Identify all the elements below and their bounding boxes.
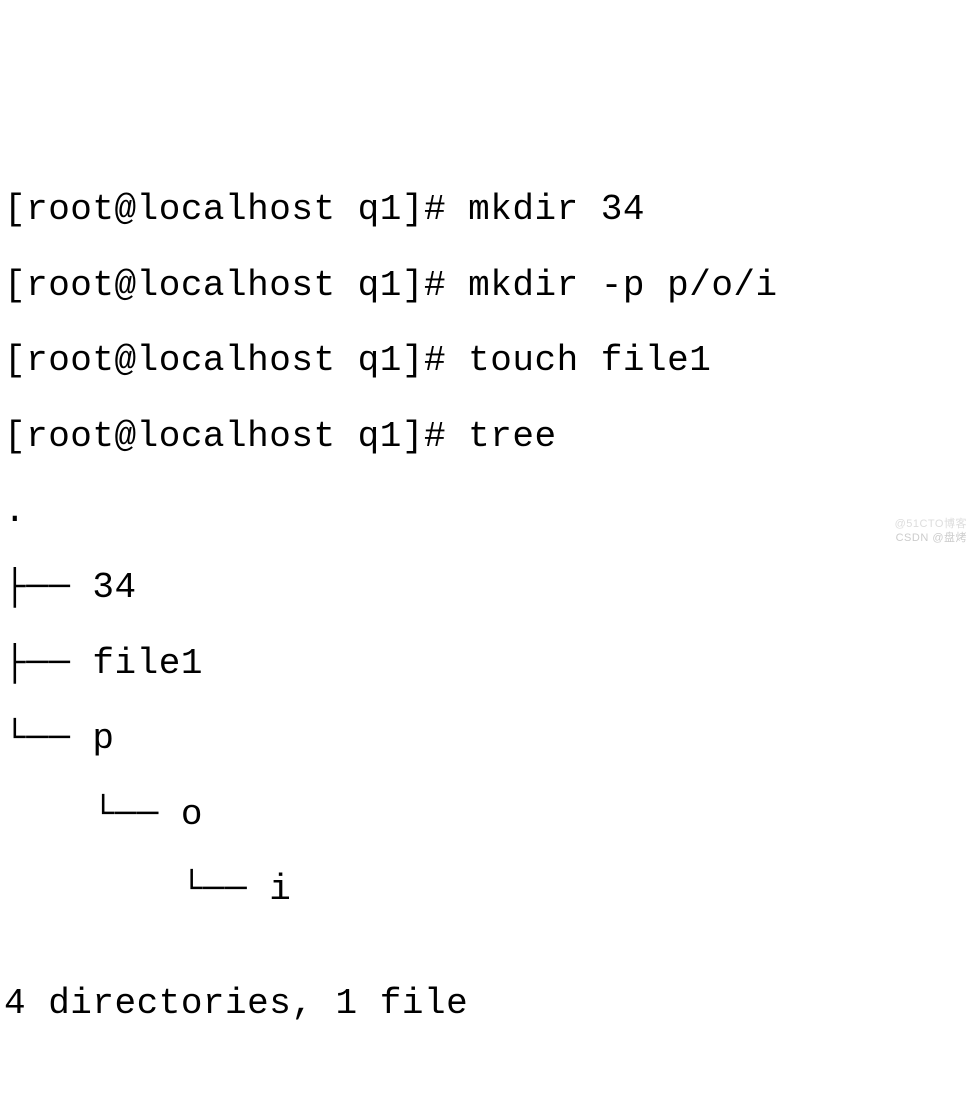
tree-node: ├── file1 bbox=[4, 645, 973, 683]
command-line: [root@localhost q1]# mkdir 34 bbox=[4, 191, 973, 229]
terminal-output: [root@localhost q1]# mkdir 34 [root@loca… bbox=[4, 153, 973, 1060]
tree-node: └── o bbox=[4, 796, 973, 834]
command-line: [root@localhost q1]# mkdir -p p/o/i bbox=[4, 267, 973, 305]
watermark-text: @51CTO博客 bbox=[895, 519, 967, 531]
tree-node: └── p bbox=[4, 720, 973, 758]
command-line: [root@localhost q1]# touch file1 bbox=[4, 342, 973, 380]
command-line: [root@localhost q1]# tree bbox=[4, 418, 973, 456]
tree-summary: 4 directories, 1 file bbox=[4, 985, 973, 1023]
tree-root: . bbox=[4, 493, 973, 531]
tree-node: └── i bbox=[4, 871, 973, 909]
watermark-text: CSDN @盘烤 bbox=[896, 533, 967, 545]
tree-node: ├── 34 bbox=[4, 569, 973, 607]
